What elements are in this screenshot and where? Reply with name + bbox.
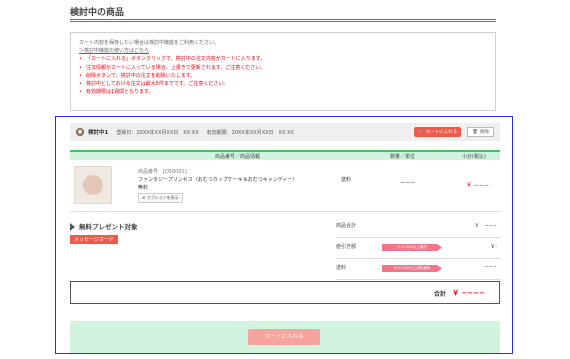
total-value: ￥ −−−−: [452, 289, 485, 297]
summary-discount-label: 値引き額: [336, 244, 357, 250]
notice-item: 削除ボタンで、検討中の注文を削除いたします。: [79, 72, 487, 80]
notice-item: 「カートに入れる」ボタンクリックで、検討中の注文内容がカートに入ります。: [79, 55, 487, 63]
cart-icon: 🛒: [418, 129, 424, 135]
summary-shipping-value: −−−: [484, 264, 497, 270]
delete-button[interactable]: 🗑 削除: [467, 127, 494, 137]
notice-item: 有効期限は1週間となります。: [79, 88, 487, 96]
summary-products-value: ￥ −−−: [474, 223, 497, 229]
delete-label: 削除: [480, 130, 489, 135]
notice-box: カート内容を保存したい場合は検討中機能をご利用ください。 ＞検討中機能の使い方は…: [70, 32, 496, 111]
message-card-badge: メッセージカード: [70, 235, 118, 244]
add-to-cart-small-button[interactable]: 🛒 カートに入れる: [414, 127, 462, 137]
show-options-label: オプションを表示: [146, 195, 179, 200]
free-present-toggle[interactable]: 無料プレゼント対象: [70, 221, 138, 231]
summary-products-label: 商品合計: [336, 223, 357, 229]
saved-cart-header: ● 検討中1 登録日：20XX年XX月XX日 XX:XX 有効期限：20XX年X…: [70, 123, 500, 141]
summary-shipping: 送料 ￥10,000以上送料無料 −−−: [336, 259, 501, 280]
trash-icon: 🗑: [472, 129, 478, 135]
saved-cart-panel: ● 検討中1 登録日：20XX年XX月XX日 XX:XX 有効期限：20XX年X…: [55, 116, 513, 354]
cart-icon: ●: [76, 128, 84, 136]
free-present-label: 無料プレゼント対象: [79, 223, 138, 231]
notice-list: 「カートに入れる」ボタンクリックで、検討中の注文内容がカートに入ります。 注文情…: [79, 55, 487, 96]
product-thumbnail[interactable]: [74, 166, 112, 204]
column-qty: 数量／単位: [390, 154, 416, 160]
total-label: 合計: [433, 291, 446, 298]
summary-products: 商品合計 ￥ −−−: [336, 217, 501, 238]
title-divider: [70, 19, 496, 22]
product-subtotal: ￥ −−−: [466, 182, 489, 189]
notice-lead: カート内容を保存したい場合は検討中機能をご利用ください。: [79, 40, 220, 46]
product-code: 商品番号 [D50001]: [138, 169, 187, 175]
summary-discount: 値引き額 ￥10,000以上値引 ￥-: [336, 238, 501, 259]
plus-icon: ⊞: [142, 195, 146, 200]
summary-shipping-label: 送料: [336, 265, 347, 271]
table-row: 商品番号 [D50001] ファンタジープリンセス（おむつカップケーキ＆おむつキ…: [70, 162, 500, 212]
saved-cart-name: 検討中1: [88, 130, 109, 136]
table-header: 商品番号／商品情報 数量／単位 小計(税込): [70, 150, 500, 160]
column-subtotal: 小計(税込): [462, 154, 486, 160]
product-name[interactable]: ファンタジープリンセス（おむつカップケーキ＆おむつキャンディー）: [138, 176, 338, 183]
page-title: 検討中の商品: [70, 8, 125, 18]
summary-discount-value: ￥-: [490, 244, 497, 250]
notice-item: 注文情報がカートに入っている場合、上書きで更新されます。ご注意ください。: [79, 64, 487, 72]
add-to-cart-button[interactable]: カートに入れる: [248, 329, 320, 345]
shipping-badge: ￥10,000以上送料無料: [382, 265, 442, 272]
product-free-label: 無料: [138, 185, 149, 191]
column-product: 商品番号／商品情報: [215, 154, 261, 160]
triangle-right-icon: [70, 223, 75, 231]
notice-item: 検討中としておける注文は最大5件までです。ご注意ください。: [79, 80, 487, 88]
registered-date: 登録日：20XX年XX月XX日 XX:XX: [116, 129, 199, 136]
product-shipping: 送料: [341, 177, 352, 183]
total-box: 合計 ￥ −−−−: [70, 281, 500, 304]
footer-bar: カートに入れる: [70, 321, 500, 353]
help-link[interactable]: ＞検討中機能の使い方はこちら: [79, 47, 487, 55]
discount-badge: ￥10,000以上値引: [382, 244, 442, 251]
expiry-date: 有効期限：20XX年XX月XX日 XX:XX: [206, 129, 294, 136]
show-options-button[interactable]: ⊞ オプションを表示: [138, 193, 183, 203]
product-qty: −−−: [400, 179, 416, 186]
add-to-cart-small-label: カートに入れる: [425, 130, 458, 135]
